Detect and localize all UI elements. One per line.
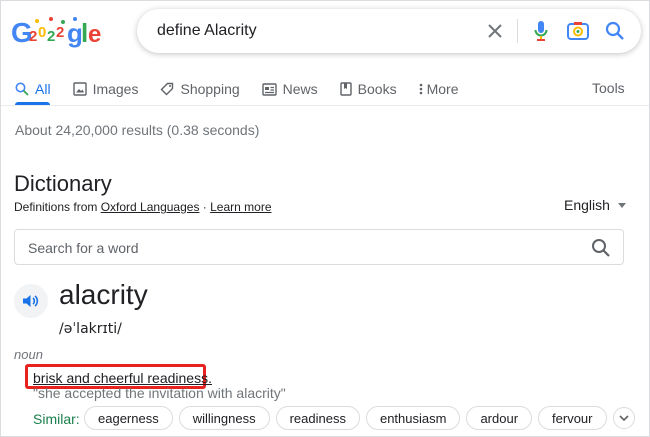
tabs-divider bbox=[1, 105, 649, 106]
page: G 2 0 2 2 g l e define Alacrity All Imag… bbox=[0, 0, 650, 437]
image-icon bbox=[72, 82, 87, 96]
tag-icon bbox=[160, 82, 174, 96]
camera-lens-icon[interactable] bbox=[566, 19, 590, 43]
oxford-languages-link[interactable]: Oxford Languages bbox=[101, 200, 200, 214]
chevron-down-icon bbox=[617, 202, 626, 208]
search-tabs: All Images Shopping News Books More bbox=[15, 79, 481, 99]
tab-more[interactable]: More bbox=[419, 79, 459, 99]
example-sentence: "she accepted the invitation with alacri… bbox=[33, 385, 286, 401]
similar-word-chip[interactable]: eagerness bbox=[84, 406, 173, 430]
tools-button[interactable]: Tools bbox=[592, 80, 625, 96]
word-search-placeholder: Search for a word bbox=[28, 240, 139, 256]
tab-images[interactable]: Images bbox=[72, 79, 139, 99]
svg-text:2: 2 bbox=[29, 28, 37, 45]
kebab-icon bbox=[419, 83, 422, 95]
svg-text:e: e bbox=[88, 21, 101, 48]
similar-word-chip[interactable]: readiness bbox=[275, 406, 360, 430]
source-separator: · bbox=[199, 200, 211, 214]
tab-label: Images bbox=[92, 81, 139, 97]
search-input[interactable]: define Alacrity bbox=[157, 22, 257, 40]
tab-news[interactable]: News bbox=[261, 79, 318, 99]
tab-label: Shopping bbox=[180, 81, 240, 97]
svg-text:2: 2 bbox=[56, 24, 64, 41]
book-icon bbox=[339, 82, 352, 96]
similar-word-chip[interactable]: willingness bbox=[178, 406, 270, 430]
pronunciation-button[interactable] bbox=[14, 284, 48, 318]
search-divider bbox=[517, 19, 518, 43]
language-dropdown[interactable]: English bbox=[564, 197, 626, 213]
search-icon[interactable] bbox=[591, 238, 611, 258]
chevron-down-icon bbox=[618, 415, 629, 421]
expand-similar-button[interactable] bbox=[612, 407, 635, 429]
svg-text:2: 2 bbox=[47, 28, 55, 45]
dictionary-source: Definitions from Oxford Languages · Lear… bbox=[14, 200, 272, 214]
similar-word-chip[interactable]: enthusiasm bbox=[365, 406, 461, 430]
source-prefix: Definitions from bbox=[14, 200, 101, 214]
svg-text:0: 0 bbox=[38, 24, 46, 41]
similar-word-chip[interactable]: ardour bbox=[466, 406, 533, 430]
tab-books[interactable]: Books bbox=[339, 79, 397, 99]
clear-icon[interactable] bbox=[483, 19, 507, 43]
learn-more-link[interactable]: Learn more bbox=[210, 200, 271, 214]
similar-word-chip[interactable]: fervour bbox=[538, 406, 607, 430]
tab-all[interactable]: All bbox=[15, 79, 51, 99]
speaker-icon bbox=[23, 295, 39, 307]
search-icon[interactable] bbox=[603, 19, 627, 43]
newspaper-icon bbox=[261, 82, 277, 96]
tab-shopping[interactable]: Shopping bbox=[160, 79, 240, 99]
headword: alacrity bbox=[59, 279, 148, 310]
definition-text: brisk and cheerful readiness. bbox=[33, 370, 212, 386]
tab-label: More bbox=[426, 81, 459, 97]
search-icon bbox=[15, 82, 29, 96]
part-of-speech: noun bbox=[14, 347, 43, 362]
result-stats: About 24,20,000 results (0.38 seconds) bbox=[15, 122, 260, 138]
language-label: English bbox=[564, 197, 610, 213]
phonetic-spelling: /əˈlakrɪti/ bbox=[59, 321, 122, 337]
google-logo[interactable]: G 2 0 2 2 g l e bbox=[11, 15, 101, 49]
search-box[interactable]: define Alacrity bbox=[137, 9, 641, 53]
similar-label: Similar: bbox=[33, 411, 80, 427]
tab-label: Books bbox=[357, 81, 397, 97]
word-search-field[interactable]: Search for a word bbox=[14, 229, 624, 265]
tab-label: All bbox=[35, 81, 51, 97]
microphone-icon[interactable] bbox=[529, 19, 553, 43]
tab-label: News bbox=[282, 81, 318, 97]
dictionary-title: Dictionary bbox=[14, 171, 112, 196]
similar-words: eagerness willingness readiness enthusia… bbox=[84, 406, 635, 430]
